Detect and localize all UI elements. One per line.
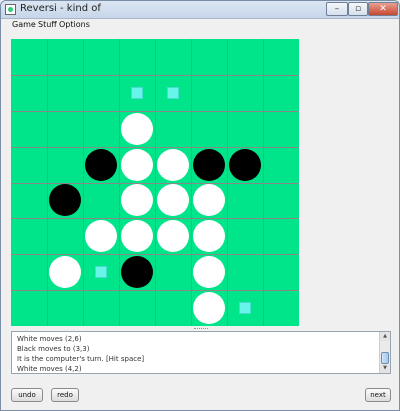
grid-line <box>11 75 299 76</box>
white-disc <box>85 220 117 252</box>
white-disc <box>193 256 225 288</box>
grid-line <box>11 147 299 148</box>
log-line: White moves (2,6) <box>17 335 82 343</box>
white-disc <box>157 149 189 181</box>
next-button[interactable]: next <box>365 388 391 402</box>
menu-stuff[interactable]: Stuff <box>38 20 57 29</box>
menu-game[interactable]: Game <box>12 20 36 29</box>
black-disc <box>121 256 153 288</box>
log-line: It is the computer's turn. [Hit space] <box>17 355 145 363</box>
black-disc <box>193 149 225 181</box>
undo-button[interactable]: undo <box>11 388 43 402</box>
white-disc <box>157 184 189 216</box>
scroll-thumb[interactable] <box>381 352 389 364</box>
game-board[interactable] <box>11 39 299 350</box>
grid-line <box>11 218 299 219</box>
black-disc <box>49 184 81 216</box>
maximize-button[interactable]: ▫ <box>348 2 368 16</box>
legal-move-hint[interactable] <box>167 87 179 99</box>
white-disc <box>193 184 225 216</box>
close-button[interactable]: ✕ <box>368 2 398 16</box>
log-line: White moves (4,2) <box>17 365 82 373</box>
window-title: Reversi - kind of <box>20 3 101 14</box>
menu-options[interactable]: Options <box>59 20 90 29</box>
grid-line <box>11 183 299 184</box>
white-disc <box>193 292 225 324</box>
black-disc <box>85 149 117 181</box>
minimize-button[interactable]: – <box>326 2 348 16</box>
legal-move-hint[interactable] <box>95 266 107 278</box>
split-divider[interactable] <box>194 328 208 330</box>
scroll-down-icon[interactable]: ▼ <box>380 364 390 373</box>
reversi-window: Reversi - kind of – ▫ ✕ Game Stuff Optio… <box>0 0 400 411</box>
grid-line <box>11 111 299 112</box>
log-line: Black moves to (3,3) <box>17 345 90 353</box>
black-disc <box>229 149 261 181</box>
title-bar: Reversi - kind of – ▫ ✕ <box>1 1 399 19</box>
log-scrollbar[interactable]: ▲ ▼ <box>379 332 390 373</box>
legal-move-hint[interactable] <box>131 87 143 99</box>
white-disc <box>121 184 153 216</box>
scroll-up-icon[interactable]: ▲ <box>380 332 390 341</box>
legal-move-hint[interactable] <box>239 302 251 314</box>
menu-bar: Game Stuff Options <box>2 19 398 33</box>
white-disc <box>193 220 225 252</box>
white-disc <box>121 113 153 145</box>
white-disc <box>157 220 189 252</box>
white-disc <box>49 256 81 288</box>
white-disc <box>121 220 153 252</box>
white-disc <box>121 149 153 181</box>
grid-line <box>11 290 299 291</box>
move-log: White moves (2,6) Black moves to (3,3) I… <box>11 331 391 374</box>
grid-line <box>11 254 299 255</box>
app-icon <box>5 4 16 15</box>
redo-button[interactable]: redo <box>51 388 79 402</box>
